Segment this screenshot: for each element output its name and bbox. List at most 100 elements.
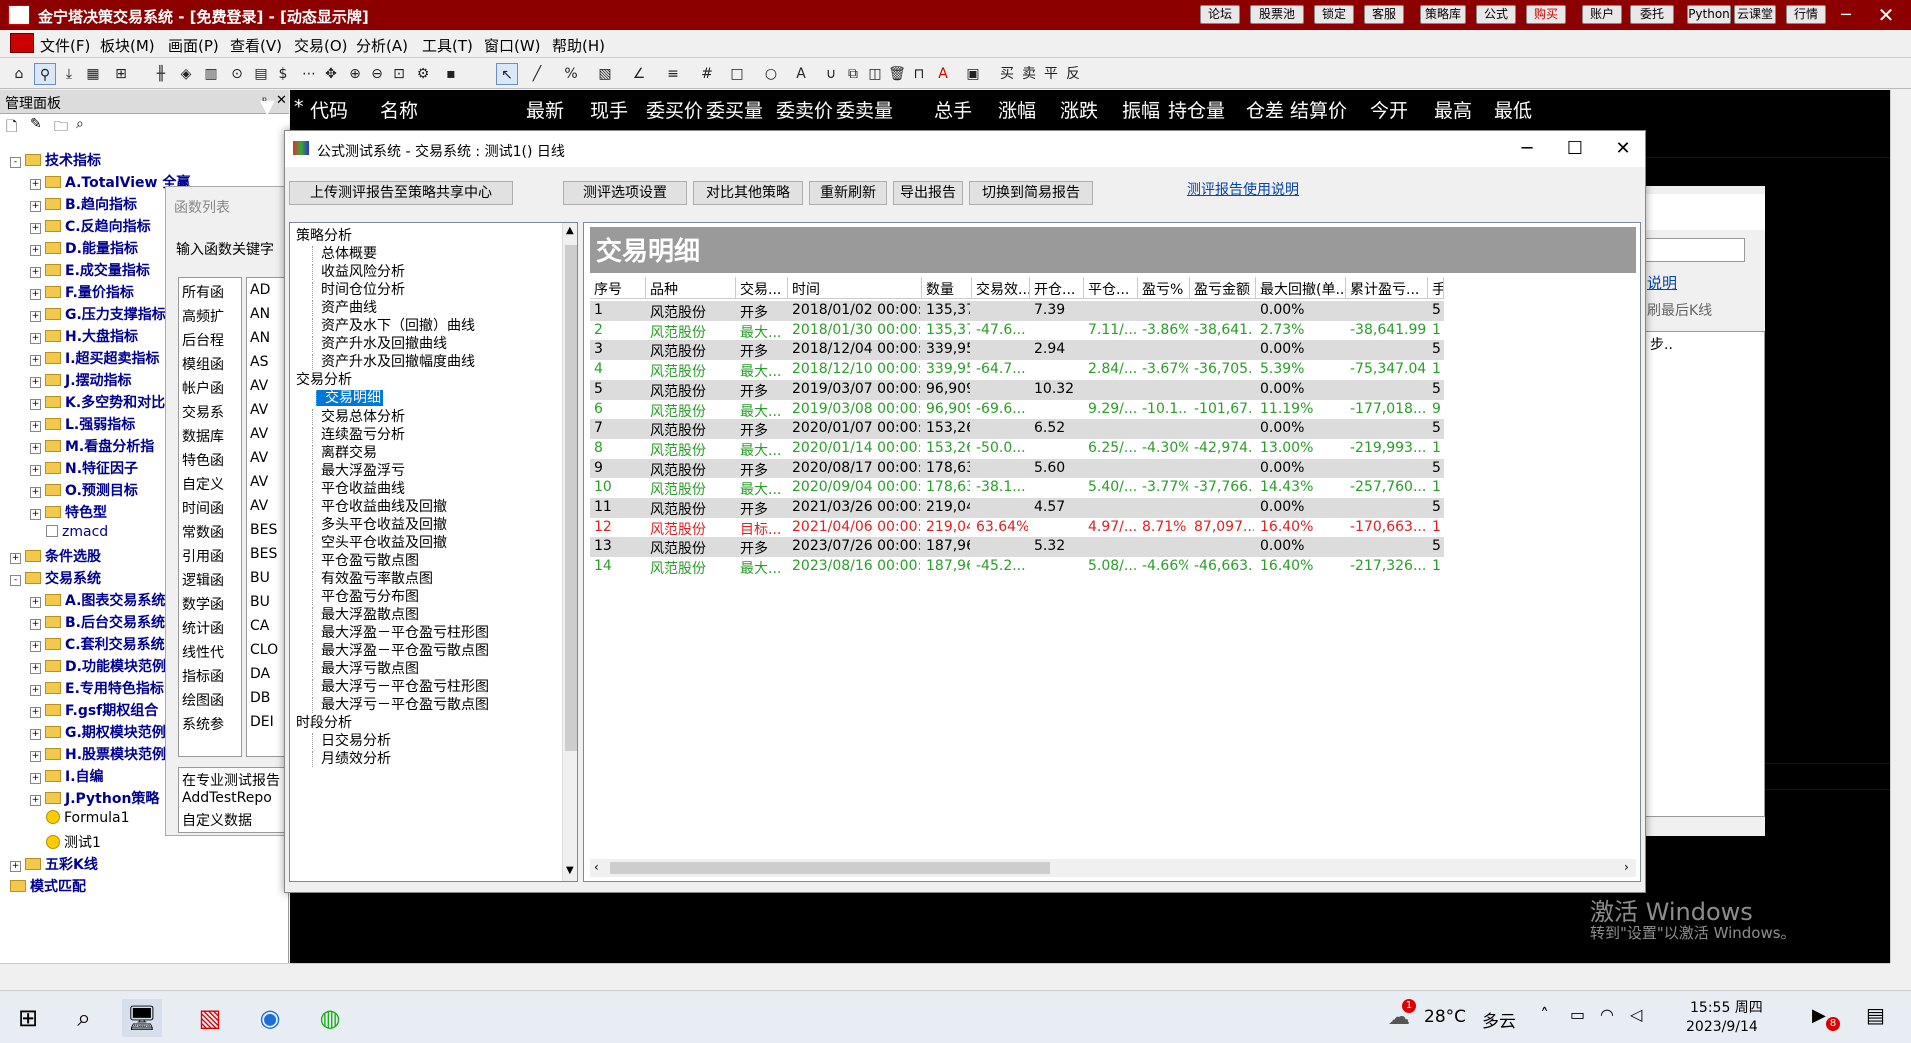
analysis-tree-item[interactable]: 策略分析 xyxy=(296,225,352,245)
func-name[interactable]: AV xyxy=(250,378,268,394)
analysis-tree-item[interactable]: 最大浮亏散点图 xyxy=(312,658,419,678)
analysis-tree-item[interactable]: 最大浮盈－平仓盈亏柱形图 xyxy=(312,622,489,642)
app-trading-icon[interactable]: ▧ xyxy=(190,999,230,1037)
top-button-2[interactable]: 锁定 xyxy=(1314,5,1354,24)
top-button-0[interactable]: 论坛 xyxy=(1200,5,1240,24)
func-category[interactable]: 帐户函 xyxy=(182,378,224,398)
analysis-tree-item[interactable]: 平仓盈亏散点图 xyxy=(312,550,419,570)
analysis-tree-item[interactable]: 最大浮盈散点图 xyxy=(312,604,419,624)
expand-toggle-icon[interactable]: + xyxy=(30,245,41,256)
func-name[interactable]: AD xyxy=(250,282,270,298)
tree-scrollbar[interactable]: ▲ ▼ xyxy=(562,223,577,881)
expand-toggle-icon[interactable]: + xyxy=(30,509,41,520)
dialog-maximize-button[interactable]: ☐ xyxy=(1555,135,1595,163)
analysis-tree-item[interactable]: 最大浮亏－平仓盈亏柱形图 xyxy=(312,676,489,696)
column-header[interactable]: 现手 xyxy=(590,96,628,123)
right-list[interactable]: 步.. xyxy=(1645,331,1765,817)
func-name[interactable]: AN xyxy=(250,306,270,322)
home-icon[interactable]: ⌂ xyxy=(8,63,30,85)
tree-item[interactable]: + E.专用特色指标 xyxy=(30,678,164,698)
grid2-icon[interactable]: ⊞ xyxy=(110,63,132,85)
trade-row[interactable]: 6 风范股份 最大... 2019/03/08 00:00:00 96,909 -69.6… xyxy=(590,399,1444,420)
grid-column-header[interactable]: 最大回撤(单... xyxy=(1256,277,1346,299)
tree-item[interactable]: - 技术指标 xyxy=(10,150,101,170)
analysis-tree-item[interactable]: 最大浮亏－平仓盈亏散点图 xyxy=(312,694,489,714)
grid-column-header[interactable]: 交易效... xyxy=(972,277,1030,299)
chart-icon[interactable]: ▥ xyxy=(200,63,222,85)
grid-column-header[interactable]: 盈亏金额 xyxy=(1190,277,1256,299)
func-category[interactable]: 统计函 xyxy=(182,618,224,638)
top-button-6[interactable]: 购买 xyxy=(1526,5,1566,24)
expand-toggle-icon[interactable]: + xyxy=(30,421,41,432)
func-category[interactable]: 特色函 xyxy=(182,450,224,470)
menu-item-6[interactable]: 工具(T) xyxy=(422,35,473,56)
grid-hscrollbar[interactable]: ‹ › xyxy=(590,859,1636,877)
scroll-left-icon[interactable]: ‹ xyxy=(594,860,599,874)
analysis-tree-item[interactable]: 最大浮盈浮亏 xyxy=(312,460,405,480)
app-wechat-icon[interactable]: ◍ xyxy=(310,999,350,1037)
tree-item[interactable]: + K.多空势和对比 xyxy=(30,392,165,412)
top-button-9[interactable]: Python xyxy=(1687,5,1731,24)
func-name[interactable]: AV xyxy=(250,426,268,442)
grid-column-header[interactable]: 手 xyxy=(1428,277,1444,299)
analysis-tree-item[interactable]: 空头平仓收益及回撤 xyxy=(312,532,447,552)
expand-toggle-icon[interactable]: + xyxy=(30,751,41,762)
grid-column-header[interactable]: 开仓... xyxy=(1030,277,1084,299)
menu-item-4[interactable]: 交易(O) xyxy=(294,35,348,56)
menu-item-1[interactable]: 板块(M) xyxy=(100,35,155,56)
func-category[interactable]: 逻辑函 xyxy=(182,570,224,590)
hatch-icon[interactable]: ▧ xyxy=(594,63,616,85)
reverse-icon[interactable]: 反 xyxy=(1062,63,1084,85)
analysis-tree-item[interactable]: 资产升水及回撤曲线 xyxy=(312,333,447,353)
main-vscrollbar[interactable] xyxy=(1890,90,1911,963)
grid-column-header[interactable]: 盈亏% xyxy=(1138,277,1190,299)
analysis-tree-item[interactable]: 平仓盈亏分布图 xyxy=(312,586,419,606)
column-header[interactable]: 涨跌 xyxy=(1060,96,1098,123)
tree-item[interactable]: + H.大盘指标 xyxy=(30,326,138,346)
column-header[interactable]: 代码 xyxy=(310,96,348,123)
expand-toggle-icon[interactable]: + xyxy=(30,487,41,498)
top-button-1[interactable]: 股票池 xyxy=(1250,5,1304,24)
expand-toggle-icon[interactable]: + xyxy=(30,223,41,234)
func-name[interactable]: AV xyxy=(250,450,268,466)
tree-item[interactable]: + H.股票模块范例 xyxy=(30,744,166,764)
grid-column-header[interactable]: 序号 xyxy=(590,277,646,299)
volume-icon[interactable]: ◁ xyxy=(1630,1005,1642,1024)
trade-row[interactable]: 3 风范股份 开多 2018/12/04 00:00:00 339,956 2.94 0.0… xyxy=(590,340,1444,361)
minimize-button[interactable]: ─ xyxy=(1832,2,1860,28)
app-browser-icon[interactable]: ◉ xyxy=(250,999,290,1037)
expand-toggle-icon[interactable]: - xyxy=(10,157,21,168)
tree-item[interactable]: + C.套利交易系统 xyxy=(30,634,165,654)
sell-icon[interactable]: 卖 xyxy=(1018,63,1040,85)
analysis-tree-item[interactable]: 交易明细 xyxy=(312,387,383,407)
menu-item-2[interactable]: 画面(P) xyxy=(168,35,219,56)
tree-item[interactable]: + M.看盘分析指 xyxy=(30,436,154,456)
func-name[interactable]: DEI xyxy=(250,714,274,730)
grid-column-header[interactable]: 品种 xyxy=(646,277,736,299)
copy-icon[interactable]: ⧉ xyxy=(842,63,864,85)
expand-toggle-icon[interactable]: + xyxy=(30,641,41,652)
tree-item[interactable]: + O.预测目标 xyxy=(30,480,138,500)
tree-item[interactable]: + F.gsf期权组合 xyxy=(30,700,158,720)
column-header[interactable]: 委买价 xyxy=(646,96,703,123)
notification-icon[interactable]: ▤ xyxy=(1866,1003,1885,1027)
zoom-in-icon[interactable]: ⊕ xyxy=(344,63,366,85)
menu-item-3[interactable]: 查看(V) xyxy=(230,35,282,56)
menu-item-5[interactable]: 分析(A) xyxy=(356,35,408,56)
func-category[interactable]: 指标函 xyxy=(182,666,224,686)
expand-toggle-icon[interactable]: + xyxy=(30,399,41,410)
right-help-link[interactable]: 说明 xyxy=(1647,272,1677,293)
right-input[interactable] xyxy=(1645,238,1745,262)
clock-icon[interactable]: ⊙ xyxy=(226,63,248,85)
analysis-tree-item[interactable]: 资产及水下（回撤）曲线 xyxy=(312,315,475,335)
analysis-tree-item[interactable]: 时段分析 xyxy=(296,712,352,732)
column-header[interactable]: 振幅 xyxy=(1122,96,1160,123)
trade-row[interactable]: 4 风范股份 最大... 2018/12/10 00:00:00 339,956 -64.… xyxy=(590,360,1444,381)
expand-toggle-icon[interactable]: + xyxy=(30,377,41,388)
expand-toggle-icon[interactable]: + xyxy=(30,619,41,630)
scroll-up-icon[interactable]: ▲ xyxy=(566,225,574,236)
cross-icon[interactable]: ✥ xyxy=(320,63,342,85)
column-header[interactable]: 名称 xyxy=(380,96,418,123)
expand-toggle-icon[interactable]: + xyxy=(30,443,41,454)
func-category[interactable]: 数学函 xyxy=(182,594,224,614)
